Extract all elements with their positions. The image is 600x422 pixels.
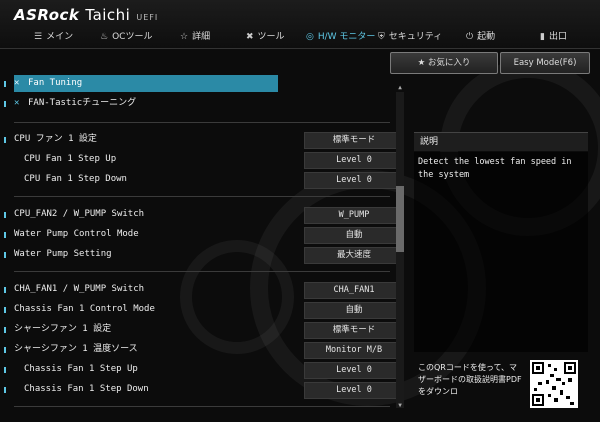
row-bullet (4, 232, 6, 238)
setting-row-chassis-fan1-mode[interactable]: Chassis Fan 1 Control Mode 自動 (4, 301, 404, 319)
setting-value[interactable]: Level 0 (304, 152, 404, 169)
qr-instructions: このQRコードを使って、マザーボードの取扱説明書PDFをダウンロ (418, 363, 522, 396)
tab-security[interactable]: ⛨ セキュリティ (378, 27, 442, 47)
tab-exit[interactable]: ▮ 出口 (540, 27, 567, 47)
wrench-icon: ✕ (14, 98, 20, 108)
row-bullet (4, 101, 6, 107)
tab-tools[interactable]: ✖ ツール (246, 27, 285, 47)
tab-hw-monitor[interactable]: ◎ H/W モニター (306, 27, 375, 47)
wrench-icon: ✕ (14, 78, 20, 88)
row-bullet (4, 287, 6, 293)
setting-row-cpu-fan2-switch[interactable]: CPU_FAN2 / W_PUMP Switch W_PUMP (4, 206, 404, 224)
tab-advanced[interactable]: ☆ 詳細 (180, 27, 210, 47)
setting-value[interactable]: W_PUMP (304, 207, 404, 224)
section-divider (14, 122, 390, 123)
description-header: 説明 (414, 132, 588, 151)
setting-row-chassis-fan1-temp-source[interactable]: シャーシファン 1 温度ソース Monitor M/B (4, 341, 404, 359)
menu-fan-tuning[interactable]: ✕ Fan Tuning (4, 75, 278, 92)
setting-row-water-pump-mode[interactable]: Water Pump Control Mode 自動 (4, 226, 404, 244)
setting-value[interactable]: Monitor M/B (304, 342, 404, 359)
main-nav: ☰ メイン ♨ OCツール ☆ 詳細 ✖ ツール ◎ H/W モニター ⛨ セキュリティ ⏻… (0, 27, 600, 47)
row-bullet (4, 347, 6, 353)
row-bullet (4, 81, 6, 87)
row-bullet (4, 367, 6, 373)
row-bullet (4, 307, 6, 313)
setting-row-cpu-fan1-step-up[interactable]: CPU Fan 1 Step Up Level 0 (14, 151, 404, 169)
scrollbar-thumb[interactable] (396, 186, 404, 252)
exit-icon: ▮ (540, 32, 545, 42)
setting-value[interactable]: 自動 (304, 227, 404, 244)
setting-value[interactable]: 自動 (304, 302, 404, 319)
star-icon: ★ (417, 58, 428, 68)
menu-fan-tastic[interactable]: ✕ FAN-Tasticチューニング (4, 95, 392, 112)
setting-value[interactable]: CHA_FAN1 (304, 282, 404, 299)
setting-row-cpu-fan1-step-down[interactable]: CPU Fan 1 Step Down Level 0 (14, 171, 404, 189)
shield-icon: ⛨ (378, 32, 385, 42)
setting-row-chassis-fan1-step-down[interactable]: Chassis Fan 1 Step Down Level 0 (4, 381, 404, 399)
row-bullet (4, 137, 6, 143)
setting-row-chassis-fan1-setting[interactable]: シャーシファン 1 設定 標準モード (4, 321, 404, 339)
setting-value[interactable]: Level 0 (304, 382, 404, 399)
qr-pattern (532, 362, 576, 406)
tools-icon: ✖ (246, 32, 254, 42)
description-text: Detect the lowest fan speed in the syste… (418, 157, 572, 180)
tab-main[interactable]: ☰ メイン (34, 27, 73, 47)
star-icon: ☆ (180, 32, 189, 42)
favorites-button[interactable]: ★ お気に入り (390, 52, 498, 74)
setting-value[interactable]: 標準モード (304, 322, 404, 339)
row-bullet (4, 327, 6, 333)
easy-mode-button[interactable]: Easy Mode(F6) (500, 52, 590, 74)
list-icon: ☰ (34, 32, 43, 42)
setting-row-cpu-fan1-mode[interactable]: CPU ファン 1 設定 標準モード (4, 131, 404, 149)
brand-logo: ASRock Taichi UEFI (14, 6, 159, 24)
section-divider (14, 271, 390, 272)
setting-row-water-pump-setting[interactable]: Water Pump Setting 最大速度 (4, 246, 404, 264)
setting-value[interactable]: 最大速度 (304, 247, 404, 264)
row-bullet (4, 252, 6, 258)
power-icon: ⏻ (466, 32, 474, 42)
section-divider (14, 406, 390, 407)
setting-row-chassis-fan1-step-up[interactable]: Chassis Fan 1 Step Up Level 0 (4, 361, 404, 379)
scroll-down-icon[interactable]: ▼ (396, 402, 404, 410)
qr-code (530, 360, 578, 408)
scroll-up-icon[interactable]: ▲ (396, 84, 404, 92)
row-bullet (4, 212, 6, 218)
top-header: ASRock Taichi UEFI ☰ メイン ♨ OCツール ☆ 詳細 ✖ ツール ◎ H… (0, 0, 600, 49)
setting-row-cha-fan1-switch[interactable]: CHA_FAN1 / W_PUMP Switch CHA_FAN1 (4, 281, 404, 299)
tab-oc-tools[interactable]: ♨ OCツール (100, 27, 152, 47)
row-bullet (4, 387, 6, 393)
flame-icon: ♨ (100, 32, 109, 42)
monitor-icon: ◎ (306, 32, 314, 42)
description-panel (414, 152, 588, 352)
tab-boot[interactable]: ⏻ 起動 (466, 27, 495, 47)
setting-value[interactable]: Level 0 (304, 362, 404, 379)
setting-value[interactable]: 標準モード (304, 132, 404, 149)
section-divider (14, 196, 390, 197)
setting-value[interactable]: Level 0 (304, 172, 404, 189)
